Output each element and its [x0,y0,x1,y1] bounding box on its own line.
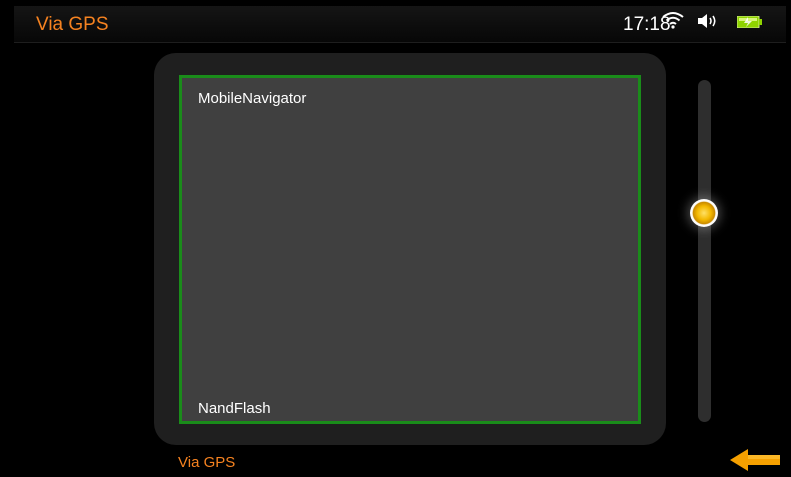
scrollbar-thumb[interactable] [690,199,718,227]
wifi-icon[interactable] [661,11,685,29]
list-item-mobilenavigator[interactable]: MobileNavigator [198,90,306,107]
footer-title: Via GPS [178,454,236,471]
battery-icon [737,16,762,28]
scrollbar-track[interactable] [698,80,711,422]
back-arrow-icon[interactable] [728,447,782,473]
list-item-nandflash[interactable]: NandFlash [198,400,271,417]
speaker-icon[interactable] [697,13,719,29]
file-list[interactable]: MobileNavigator NandFlash [179,75,641,424]
screen: Via GPS 17:18 MobileNavigator NandFlash … [0,0,791,477]
window-title: Via GPS [36,14,109,35]
